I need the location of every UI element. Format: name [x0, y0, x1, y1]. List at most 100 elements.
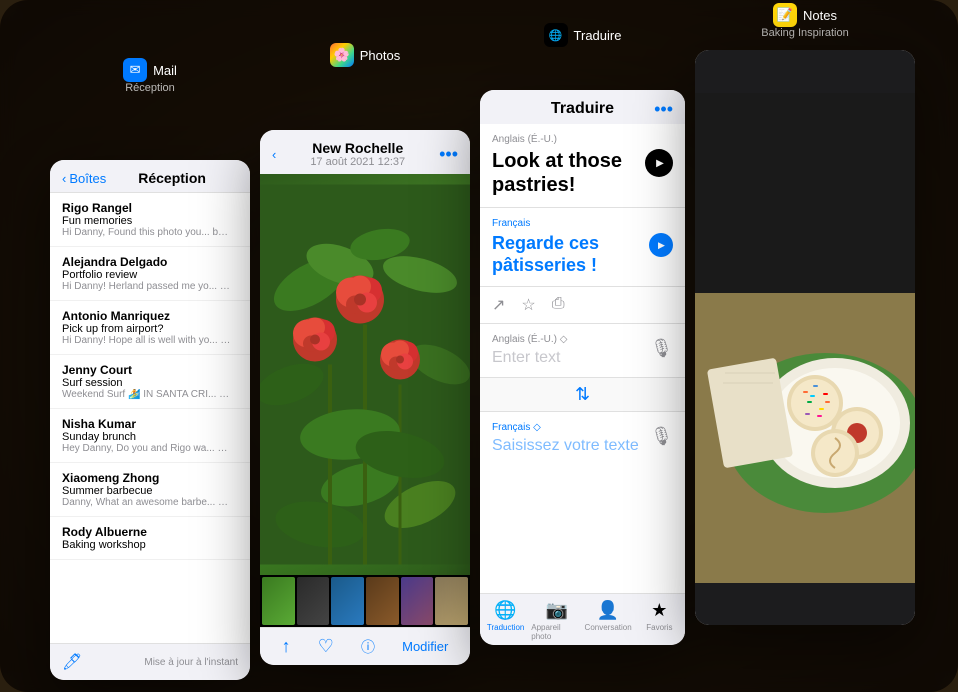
- mail-preview: Hi Danny! Herland passed me yo... at his…: [62, 281, 232, 292]
- translate-french-mic-icon[interactable]: 🎙: [650, 426, 673, 447]
- mail-item-6[interactable]: Xiaomeng Zhong Summer barbecue Danny, Wh…: [50, 463, 250, 517]
- mail-sender: Jenny Court: [62, 363, 238, 377]
- mail-inbox-title: Réception: [138, 170, 206, 186]
- translate-tab-conversation[interactable]: 👤 Conversation: [583, 600, 634, 641]
- photos-thumbnails: [260, 575, 470, 627]
- photos-toolbar: ↑ ♡ ⓘ Modifier: [260, 627, 470, 665]
- translate-tab-traduction[interactable]: 🌐 Traduction: [480, 600, 531, 641]
- photos-main-image: [260, 174, 470, 575]
- favorite-button[interactable]: ♡: [318, 636, 334, 657]
- mail-sender: Alejandra Delgado: [62, 255, 238, 269]
- translate-input-lang: Anglais (É.-U.) ◇: [492, 334, 673, 345]
- share-button[interactable]: ↑: [282, 636, 291, 657]
- mail-card[interactable]: ‹ Boîtes Réception Rigo Rangel Fun memor…: [50, 160, 250, 680]
- notes-app-subtitle: Baking Inspiration: [761, 27, 848, 39]
- photos-options-icon[interactable]: •••: [439, 144, 458, 165]
- mail-footer: 🖊 Mise à jour à l'instant: [50, 643, 250, 680]
- thumb-2[interactable]: [297, 577, 330, 625]
- photos-card[interactable]: ‹ New Rochelle 17 août 2021 12:37 •••: [260, 130, 470, 665]
- mail-sender: Rigo Rangel: [62, 201, 238, 215]
- thumb-3[interactable]: [331, 577, 364, 625]
- translate-mic-icon[interactable]: 🎙: [650, 338, 673, 359]
- conversation-icon: 👤: [597, 600, 619, 621]
- mail-subject: Sunday brunch: [62, 431, 238, 443]
- mail-preview: Hey Danny, Do you and Rigo wa... brunch …: [62, 443, 232, 454]
- mail-timestamp: Mise à jour à l'instant: [144, 657, 238, 668]
- mail-item-5[interactable]: Nisha Kumar Sunday brunch Hey Danny, Do …: [50, 409, 250, 463]
- mail-preview: Hi Danny, Found this photo you... believ…: [62, 227, 232, 238]
- mail-item-4[interactable]: Jenny Court Surf session Weekend Surf 🏄 …: [50, 355, 250, 409]
- mail-back-label: Boîtes: [69, 171, 106, 186]
- mail-item-1[interactable]: Rigo Rangel Fun memories Hi Danny, Found…: [50, 193, 250, 247]
- copy-icon[interactable]: ⎙: [552, 295, 565, 315]
- mail-subject: Fun memories: [62, 215, 238, 227]
- notes-content: [695, 50, 915, 625]
- notes-app-label: 📝 Notes Baking Inspiration: [695, 3, 915, 39]
- photos-location: New Rochelle: [276, 140, 439, 156]
- translate-french-lang: Français ◇: [492, 422, 673, 433]
- mail-item-3[interactable]: Antonio Manriquez Pick up from airport? …: [50, 301, 250, 355]
- compose-icon[interactable]: 🖊: [62, 652, 82, 672]
- translate-app-name: Traduire: [574, 28, 622, 43]
- thumb-5[interactable]: [401, 577, 434, 625]
- conversation-label: Conversation: [585, 623, 632, 632]
- info-button[interactable]: ⓘ: [361, 637, 375, 657]
- translate-french-section: Français ◇ Saisissez votre texte 🎙: [480, 412, 685, 593]
- translate-source-lang: Anglais (É.-U.): [492, 134, 673, 145]
- mail-list: Rigo Rangel Fun memories Hi Danny, Found…: [50, 193, 250, 643]
- photos-app-label: 🌸 Photos: [260, 43, 470, 67]
- thumb-1[interactable]: [262, 577, 295, 625]
- mail-preview: Hi Danny! Hope all is well with yo... ho…: [62, 335, 232, 346]
- translate-header: Traduire •••: [480, 90, 685, 124]
- translate-target-lang: Français: [492, 218, 673, 229]
- camera-label: Appareil photo: [531, 623, 582, 641]
- apps-container: ✉ Mail Réception ‹ Boîtes Réception: [50, 60, 938, 672]
- mail-preview: Danny, What an awesome barbe... much fun…: [62, 497, 232, 508]
- mail-subject: Baking workshop: [62, 539, 238, 551]
- edit-button[interactable]: Modifier: [402, 639, 448, 654]
- mail-back-button[interactable]: ‹ Boîtes: [62, 171, 106, 186]
- traduction-icon: 🌐: [494, 600, 516, 621]
- notes-card[interactable]: [695, 50, 915, 625]
- mail-sender: Nisha Kumar: [62, 417, 238, 431]
- translate-target-text: Regarde ces pâtisseries !: [492, 233, 649, 276]
- thumb-4[interactable]: [366, 577, 399, 625]
- translate-input-placeholder[interactable]: Enter text: [492, 349, 673, 367]
- translate-options-icon[interactable]: •••: [654, 99, 673, 120]
- translate-source-text: Look at those pastries!: [492, 149, 645, 197]
- expand-icon[interactable]: ↗: [492, 295, 505, 315]
- mail-header: ‹ Boîtes Réception: [50, 160, 250, 193]
- translate-source: Anglais (É.-U.) Look at those pastries! …: [480, 124, 685, 208]
- translate-card[interactable]: Traduire ••• Anglais (É.-U.) Look at tho…: [480, 90, 685, 645]
- translate-tab-camera[interactable]: 📷 Appareil photo: [531, 600, 582, 641]
- photos-date: 17 août 2021 12:37: [276, 156, 439, 168]
- thumb-6[interactable]: [435, 577, 468, 625]
- photos-app-icon: 🌸: [330, 43, 354, 67]
- translate-swap[interactable]: ⇅: [480, 377, 685, 412]
- translate-actions: ↗ ☆ ⎙: [480, 287, 685, 324]
- notes-app-name: Notes: [803, 8, 837, 23]
- mail-subject: Portfolio review: [62, 269, 238, 281]
- photos-app-name: Photos: [360, 48, 400, 63]
- translate-french-placeholder[interactable]: Saisissez votre texte: [492, 437, 673, 455]
- mail-app-subtitle: Réception: [125, 82, 175, 94]
- translate-bottom-tabs: 🌐 Traduction 📷 Appareil photo 👤 Conversa…: [480, 593, 685, 645]
- mail-app-name: Mail: [153, 63, 177, 78]
- star-icon[interactable]: ☆: [521, 295, 535, 315]
- mail-item-7[interactable]: Rody Albuerne Baking workshop: [50, 517, 250, 560]
- play-target-button[interactable]: ▶: [649, 233, 673, 257]
- mail-app-icon: ✉: [123, 58, 147, 82]
- favorites-icon: ★: [651, 600, 667, 621]
- translate-target: Français Regarde ces pâtisseries ! ▶: [480, 208, 685, 287]
- mail-sender: Rody Albuerne: [62, 525, 238, 539]
- traduction-label: Traduction: [487, 623, 525, 632]
- translate-tab-favorites[interactable]: ★ Favoris: [634, 600, 685, 641]
- mail-sender: Xiaomeng Zhong: [62, 471, 238, 485]
- translate-app-label: 🌐 Traduire: [480, 23, 685, 47]
- play-source-button[interactable]: ▶: [645, 149, 673, 177]
- favorites-label: Favoris: [646, 623, 672, 632]
- mail-item-2[interactable]: Alejandra Delgado Portfolio review Hi Da…: [50, 247, 250, 301]
- mail-preview: Weekend Surf 🏄 IN SANTA CRI... waves Chi…: [62, 389, 232, 400]
- mail-app-label: ✉ Mail Réception: [50, 58, 250, 94]
- translate-app-icon: 🌐: [544, 23, 568, 47]
